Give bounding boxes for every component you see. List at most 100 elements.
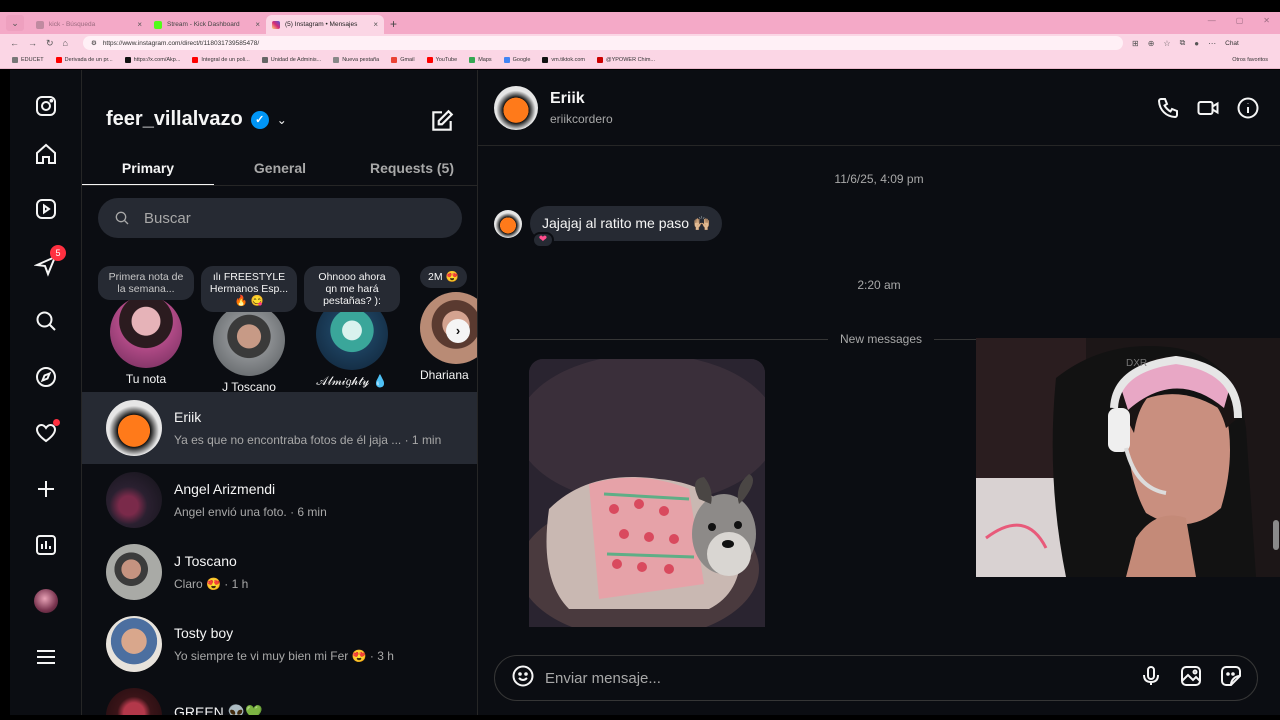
account-switcher[interactable]: feer_villalvazo ✓ ⌄ [106, 108, 287, 131]
conversation-item[interactable]: J Toscano Claro 😍 · 1 h [82, 536, 477, 608]
dashboard-icon[interactable] [32, 531, 60, 559]
message-input[interactable]: Enviar mensaje... [545, 670, 661, 687]
bookmark-item[interactable]: Maps [469, 57, 492, 63]
conversation-item[interactable]: GREEN 👽💚 [82, 680, 477, 715]
avatar [494, 209, 522, 238]
site-info-icon[interactable]: ⚙ [91, 39, 97, 47]
more-menu-icon[interactable]: ⋯ [1208, 39, 1216, 48]
tab-general[interactable]: General [214, 152, 346, 185]
bookmark-item[interactable]: Google [503, 57, 531, 63]
tab-search-button[interactable]: ⌄ [6, 15, 24, 31]
conversation-preview: Claro 😍 · 1 h [174, 577, 249, 591]
conversation-item[interactable]: Angel Arizmendi Angel envió una foto. · … [82, 464, 477, 536]
microphone-icon[interactable] [1139, 664, 1163, 693]
messages-icon[interactable]: 5 [32, 245, 66, 279]
conversation-item[interactable]: Eriik Ya es que no encontraba fotos de é… [82, 392, 477, 464]
bookmarks-bar: EDUCET Derivada de un pr... https://x.com/… [0, 52, 1280, 69]
heart-icon[interactable] [32, 419, 60, 447]
note-item[interactable]: Ohnooo ahora qn me hará pestañas? ): 𝒜𝓁𝓂… [304, 266, 400, 389]
bookmark-favicon-icon [192, 57, 199, 63]
browser-tab[interactable]: Stream - Kick Dashboard × [148, 15, 266, 34]
browser-toolbar: ← → ↻ ⌂ ⚙ https://www.instagram.com/dire… [0, 34, 1280, 52]
tab-primary[interactable]: Primary [82, 152, 214, 185]
home-icon[interactable]: ⌂ [63, 38, 68, 48]
bookmark-favicon-icon [12, 57, 18, 63]
close-icon[interactable]: × [255, 20, 260, 29]
apps-icon[interactable]: ⊞ [1132, 39, 1139, 48]
other-bookmarks-folder[interactable]: Otros favoritos [1232, 57, 1268, 63]
search-input[interactable]: Buscar [98, 198, 462, 238]
verified-badge-icon: ✓ [250, 110, 269, 129]
image-icon[interactable] [1179, 664, 1203, 693]
chat-actions [1156, 96, 1260, 125]
reels-icon[interactable] [32, 195, 60, 223]
photo-message[interactable] [529, 359, 765, 627]
chevron-down-icon: ⌄ [276, 112, 287, 127]
tab-requests[interactable]: Requests (5) [346, 152, 477, 185]
conversation-item[interactable]: Tosty boy Yo siempre te vi muy bien mi F… [82, 608, 477, 680]
heart-reaction-icon[interactable]: ❤ [532, 232, 554, 248]
avatar [106, 400, 162, 456]
close-icon[interactable]: × [137, 20, 142, 29]
bookmark-label: YouTube [435, 57, 458, 63]
bookmark-item[interactable]: Nueva pestaña [333, 57, 379, 63]
new-messages-label: New messages [839, 332, 923, 346]
bookmark-item[interactable]: Derivada de un pr... [55, 57, 113, 63]
maximize-icon[interactable]: ▢ [1236, 16, 1244, 25]
chevron-right-icon[interactable]: › [446, 319, 470, 343]
bookmark-item[interactable]: Gmail [391, 57, 415, 63]
minimize-icon[interactable]: — [1208, 16, 1216, 25]
video-call-icon[interactable] [1196, 96, 1220, 125]
menu-icon[interactable] [32, 643, 60, 671]
back-icon[interactable]: ← [10, 38, 19, 48]
close-icon[interactable]: × [373, 20, 378, 29]
star-icon[interactable]: ☆ [1163, 39, 1170, 48]
avatar [106, 616, 162, 672]
note-item[interactable]: ılı FREESTYLE Hermanos Esp... 🔥 😋 J Tosc… [201, 266, 297, 394]
conversation-name: Angel Arizmendi [174, 481, 276, 497]
bookmark-item[interactable]: Integral de un poli... [192, 57, 250, 63]
emoji-icon[interactable] [511, 664, 535, 693]
explore-icon[interactable] [32, 363, 60, 391]
new-tab-icon[interactable]: + [390, 17, 397, 31]
notes-tray: Primera nota de la semana... Tu nota ılı… [98, 266, 477, 394]
bookmark-item[interactable]: EDUCET [12, 57, 44, 63]
note-bubble: 2M 😍 [420, 266, 467, 288]
bookmark-label: Google [512, 57, 531, 63]
chat-button[interactable]: Chat [1225, 40, 1239, 47]
search-icon[interactable] [32, 307, 60, 335]
chat-contact-name[interactable]: Eriik [550, 90, 613, 108]
close-window-icon[interactable]: ✕ [1263, 16, 1270, 25]
address-bar[interactable]: ⚙ https://www.instagram.com/direct/t/118… [82, 36, 1123, 50]
note-item[interactable]: Primera nota de la semana... Tu nota [98, 266, 194, 386]
phone-icon[interactable] [1156, 96, 1180, 125]
scrollbar-thumb[interactable] [1273, 520, 1279, 550]
info-icon[interactable] [1236, 96, 1260, 125]
bookmark-item[interactable]: https://x.com/Akp... [124, 57, 181, 63]
message-bubble[interactable]: Jajajaj al ratito me paso 🙌🏼 [530, 206, 723, 241]
extensions-icon[interactable]: ⧉ [1180, 38, 1186, 48]
create-icon[interactable] [32, 475, 60, 503]
forward-icon[interactable]: → [28, 38, 37, 48]
bookmark-item[interactable]: Unidad de Adminis... [261, 57, 322, 63]
bookmark-item[interactable]: @YPOWER Chim... [597, 57, 655, 63]
instagram-logo-icon[interactable] [32, 92, 60, 120]
bookmark-label: Unidad de Adminis... [270, 57, 322, 63]
avatar [34, 589, 58, 613]
zoom-icon[interactable]: ⊕ [1148, 39, 1155, 48]
avatar[interactable] [494, 85, 538, 130]
kick-favicon-icon [154, 20, 162, 29]
browser-tab[interactable]: kick - Búsqueda × [30, 15, 148, 34]
sticker-icon[interactable] [1219, 664, 1243, 693]
home-icon[interactable] [32, 140, 60, 168]
profile-icon[interactable]: ● [1194, 39, 1199, 48]
toolbar-actions: ⊞ ⊕ ☆ ⧉ ● ⋯ Chat [1132, 38, 1239, 48]
profile-avatar[interactable] [32, 587, 60, 615]
bookmark-label: https://x.com/Akp... [133, 57, 181, 63]
new-message-icon[interactable] [429, 108, 455, 134]
browser-tab-active[interactable]: (5) Instagram • Mensajes × [266, 15, 384, 34]
bookmark-item[interactable]: vm.tiktok.com [542, 57, 585, 63]
chat-contact-handle: eriikcordero [550, 111, 613, 126]
reload-icon[interactable]: ↻ [46, 38, 54, 49]
bookmark-item[interactable]: YouTube [426, 57, 458, 63]
